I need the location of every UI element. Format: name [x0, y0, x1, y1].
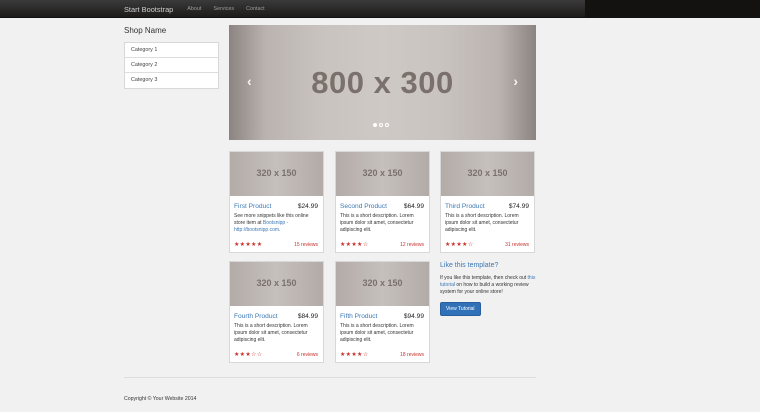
product-card-3: 320 x 150 Third Product $74.99 This is a…: [440, 151, 535, 253]
product-name[interactable]: Fifth Product: [340, 313, 377, 320]
product-name[interactable]: Fourth Product: [234, 313, 278, 320]
product-description: This is a short description. Lorem ipsum…: [340, 213, 414, 233]
product-image-placeholder: 320 x 150: [362, 168, 403, 178]
top-navbar: Start Bootstrap About Services Contact: [0, 0, 760, 18]
product-image-placeholder: 320 x 150: [256, 278, 297, 288]
nav-link-contact[interactable]: Contact: [246, 6, 265, 12]
product-price: $94.99: [403, 313, 424, 320]
product-image[interactable]: 320 x 150: [230, 152, 323, 196]
category-list: Category 1 Category 2 Category 3: [124, 42, 219, 89]
desc-suffix: .: [279, 226, 281, 233]
carousel-indicators: [373, 123, 391, 127]
product-image[interactable]: 320 x 150: [336, 152, 429, 196]
review-count: 12 reviews: [400, 242, 424, 248]
product-name[interactable]: Third Product: [445, 203, 485, 210]
nav-link-about[interactable]: About: [187, 6, 201, 12]
view-tutorial-button[interactable]: View Tutorial: [440, 302, 481, 316]
product-card-2: 320 x 150 Second Product $64.99 This is …: [335, 151, 430, 253]
carousel-prev-icon[interactable]: ‹: [247, 73, 252, 89]
product-price: $64.99: [403, 203, 424, 210]
product-price: $84.99: [297, 313, 318, 320]
star-rating: ★★★★☆: [445, 242, 474, 248]
review-count: 15 reviews: [294, 242, 318, 248]
shop-name-heading: Shop Name: [124, 26, 167, 35]
product-image-placeholder: 320 x 150: [362, 278, 403, 288]
navbar-brand[interactable]: Start Bootstrap: [124, 5, 173, 14]
review-count: 6 reviews: [296, 352, 318, 358]
carousel-indicator-1[interactable]: [373, 123, 377, 127]
product-image-placeholder: 320 x 150: [467, 168, 508, 178]
navbar-inner: Start Bootstrap About Services Contact: [124, 0, 277, 18]
navbar-right-shade: [585, 0, 760, 18]
star-rating: ★★★★★: [234, 242, 263, 248]
category-item-2[interactable]: Category 2: [125, 58, 218, 73]
product-description: This is a short description. Lorem ipsum…: [445, 213, 519, 233]
product-image[interactable]: 320 x 150: [441, 152, 534, 196]
star-rating: ★★★☆☆: [234, 352, 263, 358]
carousel-indicator-3[interactable]: [385, 123, 389, 127]
product-name[interactable]: Second Product: [340, 203, 387, 210]
carousel-placeholder-text: 800 x 300: [311, 65, 454, 100]
carousel-indicator-2[interactable]: [379, 123, 383, 127]
promo-text: If you like this template, then check ou…: [440, 275, 536, 296]
review-count: 18 reviews: [400, 352, 424, 358]
product-card-4: 320 x 150 Fourth Product $84.99 This is …: [229, 261, 324, 363]
product-image[interactable]: 320 x 150: [336, 262, 429, 306]
footer-divider: [124, 377, 536, 378]
footer-copyright: Copyright © Your Website 2014: [124, 396, 197, 402]
product-card-5: 320 x 150 Fifth Product $94.99 This is a…: [335, 261, 430, 363]
star-rating: ★★★★☆: [340, 352, 369, 358]
product-price: $74.99: [508, 203, 529, 210]
promo-text-prefix: If you like this template, then check ou…: [440, 275, 528, 281]
product-price: $24.99: [297, 203, 318, 210]
product-description: This is a short description. Lorem ipsum…: [340, 323, 414, 343]
nav-link-services[interactable]: Services: [213, 6, 234, 12]
category-item-1[interactable]: Category 1: [125, 43, 218, 58]
star-rating: ★★★★☆: [340, 242, 369, 248]
category-item-3[interactable]: Category 3: [125, 73, 218, 88]
product-card-1: 320 x 150 First Product $24.99 See more …: [229, 151, 324, 253]
carousel-next-icon[interactable]: ›: [513, 73, 518, 89]
product-description: This is a short description. Lorem ipsum…: [234, 323, 308, 343]
tutorial-promo: Like this template? If you like this tem…: [440, 262, 540, 316]
review-count: 31 reviews: [505, 242, 529, 248]
product-name[interactable]: First Product: [234, 203, 271, 210]
product-description: See more snippets like this online store…: [234, 213, 318, 233]
product-image[interactable]: 320 x 150: [230, 262, 323, 306]
product-image-placeholder: 320 x 150: [256, 168, 297, 178]
promo-title: Like this template?: [440, 262, 499, 269]
hero-carousel: 800 x 300 ‹ ›: [229, 25, 536, 140]
